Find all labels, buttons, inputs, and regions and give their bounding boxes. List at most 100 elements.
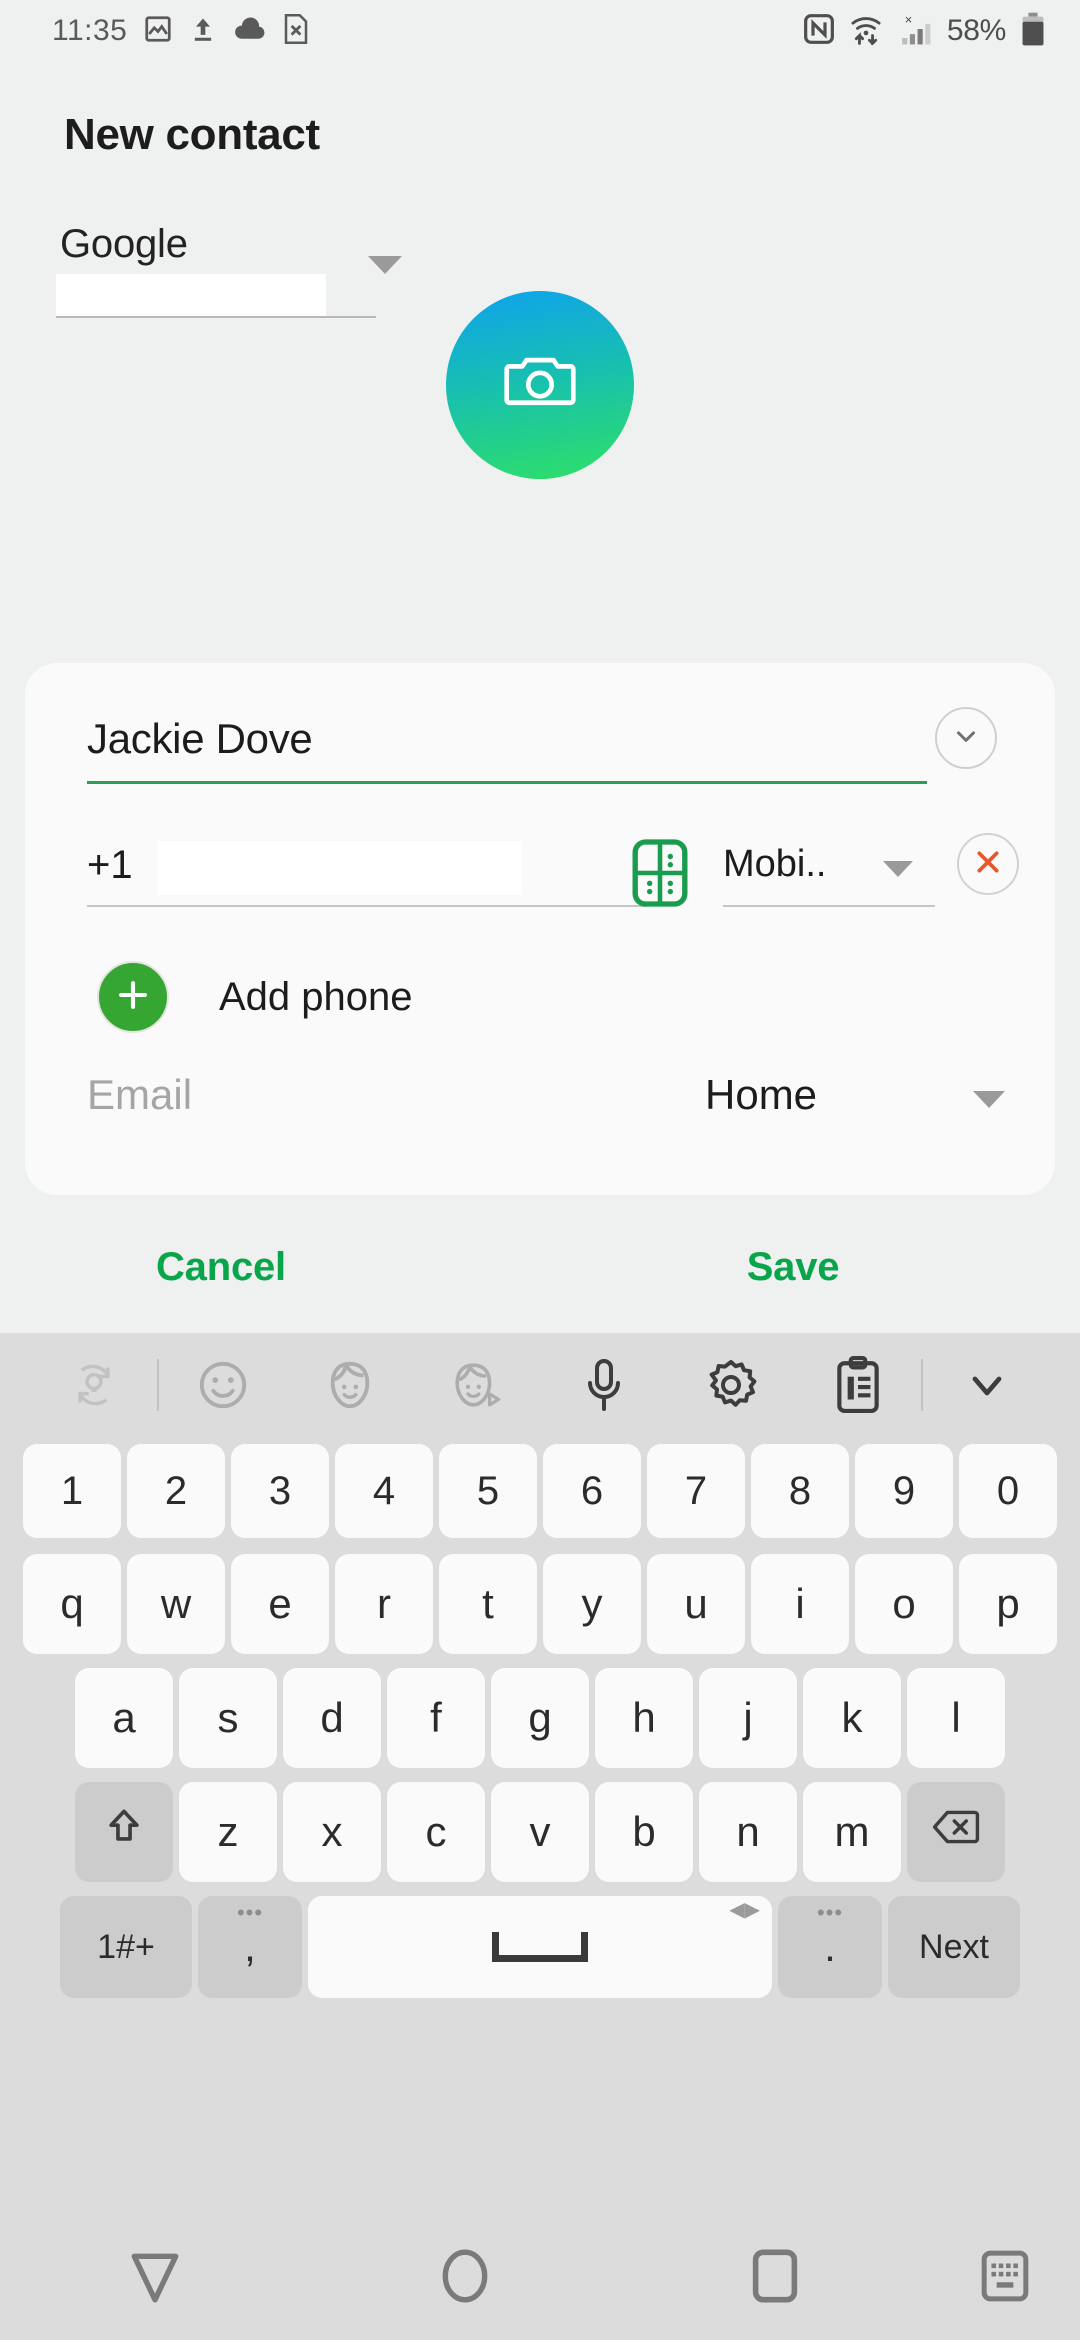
key-w[interactable]: w (127, 1554, 225, 1654)
key-m[interactable]: m (803, 1782, 901, 1882)
next-key[interactable]: Next (888, 1896, 1020, 1998)
status-bar-left: 11:35 (52, 13, 803, 49)
add-phone-button[interactable] (97, 961, 169, 1033)
email-type-label[interactable]: Home (705, 1071, 817, 1119)
key-5[interactable]: 5 (439, 1444, 537, 1538)
key-3[interactable]: 3 (231, 1444, 329, 1538)
settings-gear-icon[interactable] (667, 1333, 794, 1437)
chevron-down-icon[interactable] (973, 1091, 1005, 1108)
back-triangle-icon (127, 2247, 183, 2310)
key-x[interactable]: x (283, 1782, 381, 1882)
key-t[interactable]: t (439, 1554, 537, 1654)
ar-emoji-camera-icon[interactable] (413, 1333, 540, 1437)
home-circle-icon (439, 2247, 491, 2310)
add-phone-row[interactable]: Add phone (25, 961, 1055, 1033)
phone-field-row[interactable]: +1 Mobi.. (25, 829, 1055, 939)
svg-text:×: × (905, 12, 913, 27)
key-1[interactable]: 1 (23, 1444, 121, 1538)
key-9[interactable]: 9 (855, 1444, 953, 1538)
email-input-placeholder[interactable]: Email (87, 1071, 192, 1119)
comma-label: , (244, 1923, 256, 1970)
phone-remove-button[interactable] (957, 833, 1019, 895)
chevron-down-icon[interactable] (368, 256, 402, 274)
phone-number-redacted[interactable] (157, 841, 522, 895)
phone-type-label[interactable]: Mobi.. (723, 843, 826, 886)
name-input[interactable]: Jackie Dove (87, 715, 1055, 763)
recents-button[interactable] (620, 2248, 930, 2309)
hide-keyboard-button[interactable] (930, 2248, 1080, 2309)
sim-keypad-icon[interactable] (629, 835, 691, 916)
key-y[interactable]: y (543, 1554, 641, 1654)
predictive-text-icon[interactable] (30, 1333, 157, 1437)
key-c[interactable]: c (387, 1782, 485, 1882)
chevron-down-icon (951, 721, 981, 756)
phone-type-underline (723, 905, 935, 907)
camera-icon (501, 344, 579, 427)
avatar[interactable] (446, 291, 634, 479)
comma-key[interactable]: ••• , (198, 1896, 302, 1998)
action-bar: Cancel Save (0, 1212, 1080, 1322)
key-i[interactable]: i (751, 1554, 849, 1654)
ar-emoji-icon[interactable] (286, 1333, 413, 1437)
collapse-keyboard-icon[interactable] (923, 1333, 1050, 1437)
page-title: New contact (64, 110, 320, 159)
phone-underline (87, 905, 647, 907)
key-v[interactable]: v (491, 1782, 589, 1882)
key-0[interactable]: 0 (959, 1444, 1057, 1538)
key-d[interactable]: d (283, 1668, 381, 1768)
backspace-key[interactable] (907, 1782, 1005, 1882)
email-field-row[interactable]: Email Home (25, 1071, 1055, 1141)
key-h[interactable]: h (595, 1668, 693, 1768)
shift-key[interactable] (75, 1782, 173, 1882)
status-time: 11:35 (52, 14, 128, 47)
close-x-icon (972, 846, 1004, 883)
period-key[interactable]: ••• . (778, 1896, 882, 1998)
key-a[interactable]: a (75, 1668, 173, 1768)
keyboard-row-a: a s d f g h j k l (0, 1663, 1080, 1773)
key-j[interactable]: j (699, 1668, 797, 1768)
name-field-row[interactable]: Jackie Dove (25, 663, 1055, 784)
key-z[interactable]: z (179, 1782, 277, 1882)
contact-form-card: Jackie Dove +1 Mobi.. Add phone Email Ho… (25, 663, 1055, 1195)
symbols-key[interactable]: 1#+ (60, 1896, 192, 1998)
key-u[interactable]: u (647, 1554, 745, 1654)
key-6[interactable]: 6 (543, 1444, 641, 1538)
microphone-icon[interactable] (540, 1333, 667, 1437)
keyboard-row-numbers: 1 2 3 4 5 6 7 8 9 0 (0, 1437, 1080, 1545)
key-2[interactable]: 2 (127, 1444, 225, 1538)
chevron-down-icon[interactable] (883, 861, 913, 877)
keyboard-row-z: z x c v b n m (0, 1777, 1080, 1887)
recents-square-icon (751, 2248, 799, 2309)
hide-keyboard-icon (980, 2248, 1030, 2309)
key-o[interactable]: o (855, 1554, 953, 1654)
key-l[interactable]: l (907, 1668, 1005, 1768)
keyboard: 1 2 3 4 5 6 7 8 9 0 q w e r t y u i o p … (0, 1333, 1080, 2217)
back-button[interactable] (0, 2247, 310, 2310)
key-k[interactable]: k (803, 1668, 901, 1768)
cancel-button[interactable]: Cancel (0, 1212, 572, 1322)
key-r[interactable]: r (335, 1554, 433, 1654)
key-p[interactable]: p (959, 1554, 1057, 1654)
key-g[interactable]: g (491, 1668, 589, 1768)
add-phone-label: Add phone (219, 974, 413, 1019)
home-button[interactable] (310, 2247, 620, 2310)
key-q[interactable]: q (23, 1554, 121, 1654)
file-x-icon (283, 13, 309, 49)
key-n[interactable]: n (699, 1782, 797, 1882)
key-8[interactable]: 8 (751, 1444, 849, 1538)
phone-country-prefix: +1 (87, 843, 133, 887)
clipboard-icon[interactable] (794, 1333, 921, 1437)
save-button[interactable]: Save (572, 1212, 1080, 1322)
period-more-dots: ••• (816, 1900, 844, 1925)
emoji-icon[interactable] (159, 1333, 286, 1437)
key-b[interactable]: b (595, 1782, 693, 1882)
key-s[interactable]: s (179, 1668, 277, 1768)
name-expand-button[interactable] (935, 707, 997, 769)
account-email-redacted (56, 274, 326, 316)
key-e[interactable]: e (231, 1554, 329, 1654)
key-4[interactable]: 4 (335, 1444, 433, 1538)
space-key[interactable]: ◀▶ (308, 1896, 772, 1998)
key-7[interactable]: 7 (647, 1444, 745, 1538)
account-selector[interactable]: Google (56, 222, 530, 318)
key-f[interactable]: f (387, 1668, 485, 1768)
